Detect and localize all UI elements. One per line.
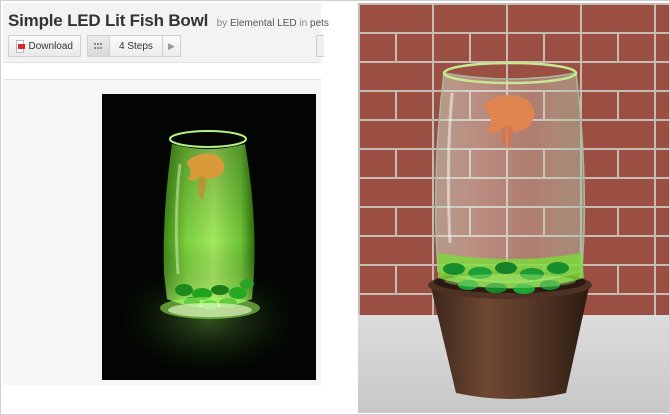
chevron-right-icon: ▶ — [167, 40, 175, 51]
screenshot-frame: Simple LED Lit Fish Bowl by Elemental LE… — [0, 0, 670, 415]
title-line: Simple LED Lit Fish Bowl by Elemental LE… — [8, 11, 329, 31]
steps-navigation: 4 Steps ▶ — [87, 35, 181, 57]
download-button[interactable]: Download — [8, 35, 81, 57]
fish-bowl-planter-illustration — [428, 61, 592, 399]
fish-bowl-planter-photo[interactable] — [358, 3, 669, 413]
intro-image-area — [3, 79, 321, 385]
pdf-icon — [16, 39, 25, 53]
steps-label: 4 Steps — [119, 40, 153, 52]
download-label: Download — [28, 40, 73, 52]
instructable-header: Simple LED Lit Fish Bowl by Elemental LE… — [3, 3, 329, 63]
led-fish-bowl-photo[interactable] — [102, 94, 316, 380]
page-title: Simple LED Lit Fish Bowl — [8, 11, 209, 30]
byline: by Elemental LED in pets — [217, 18, 329, 29]
author-link[interactable]: Elemental LED — [230, 18, 297, 29]
toolbar: Download 4 Steps ▶ — [8, 35, 181, 57]
grid-view-button[interactable] — [87, 35, 110, 57]
by-prefix: by — [216, 18, 228, 29]
grid-icon — [94, 42, 103, 50]
led-fish-bowl-illustration — [102, 94, 316, 380]
next-step-button[interactable]: ▶ — [162, 35, 181, 57]
toolbar-overflow-button[interactable] — [316, 35, 324, 57]
category-link[interactable]: pets — [310, 18, 329, 29]
instructable-panel: Simple LED Lit Fish Bowl by Elemental LE… — [3, 3, 351, 413]
steps-button[interactable]: 4 Steps — [110, 35, 163, 57]
in-word: in — [299, 18, 308, 29]
